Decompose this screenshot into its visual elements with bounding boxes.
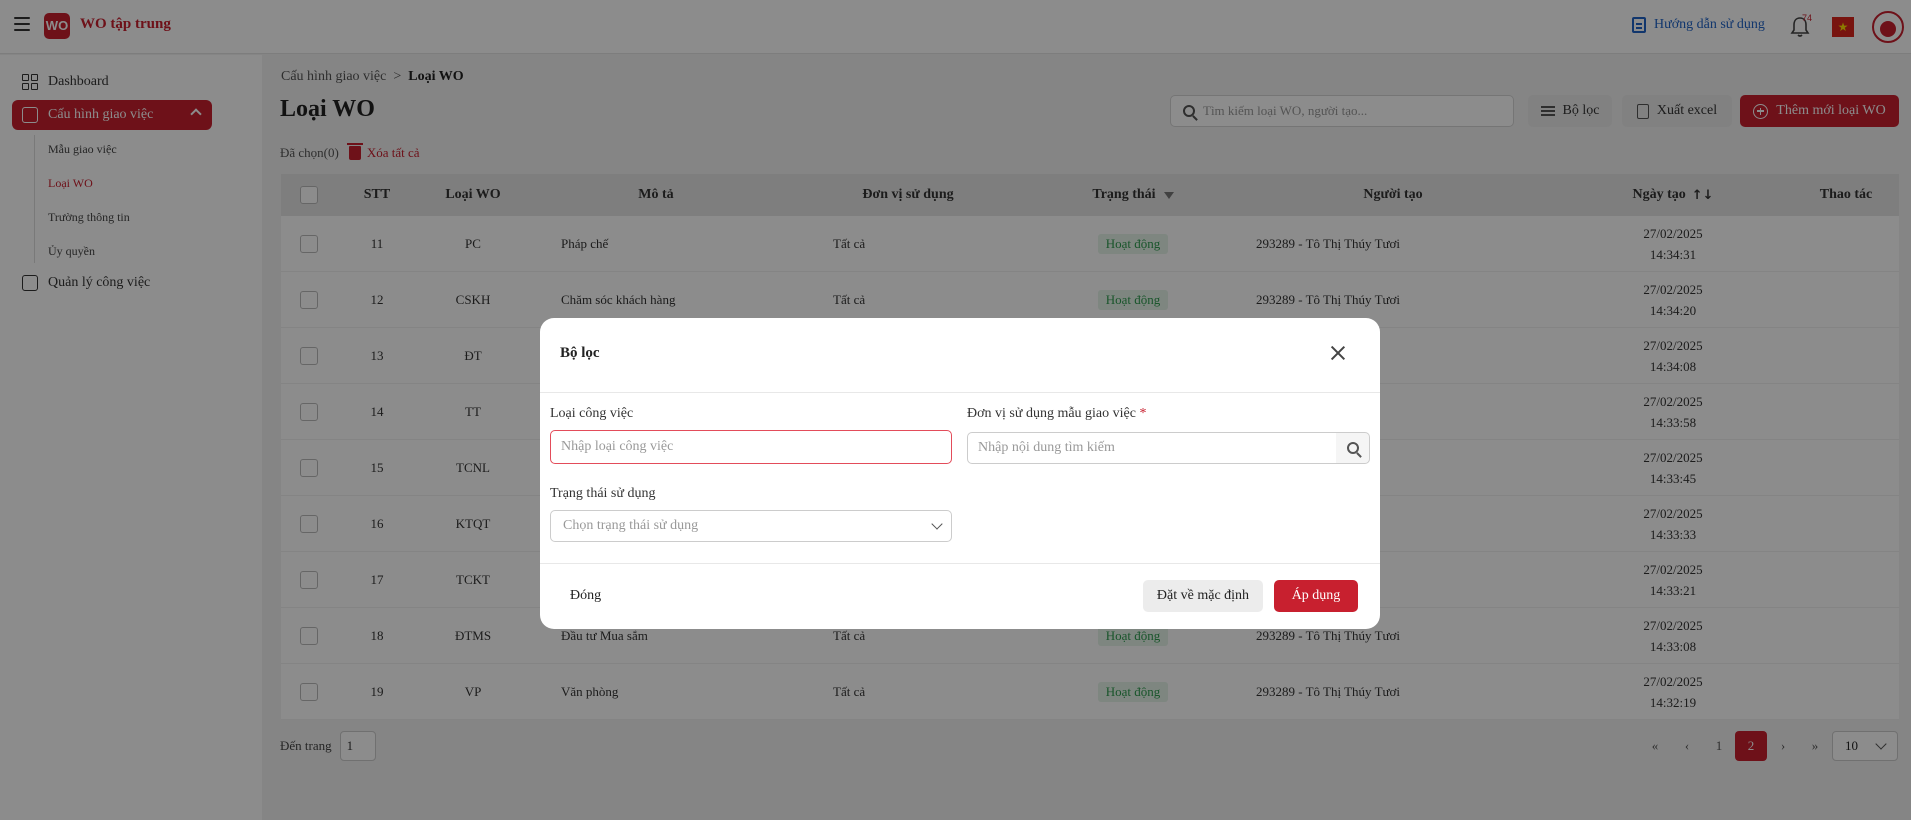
required-marker: * xyxy=(1139,406,1147,421)
unit-label: Đơn vị sử dụng mẫu giao việc * xyxy=(967,406,1146,422)
apply-button[interactable]: Áp dụng xyxy=(1274,580,1358,612)
modal-title: Bộ lọc xyxy=(560,345,600,361)
close-button[interactable]: Đóng xyxy=(570,588,601,604)
close-icon[interactable] xyxy=(1330,345,1346,361)
status-label: Trạng thái sử dụng xyxy=(550,486,656,501)
reset-default-button[interactable]: Đặt về mặc định xyxy=(1143,580,1263,612)
unit-label-text: Đơn vị sử dụng mẫu giao việc xyxy=(967,406,1136,421)
status-select[interactable]: Chọn trạng thái sử dụng xyxy=(550,510,952,542)
modal-divider xyxy=(540,392,1380,393)
work-type-input[interactable] xyxy=(550,430,952,464)
filter-modal: Bộ lọc Loại công việc Đơn vị sử dụng mẫu… xyxy=(540,318,1380,629)
modal-footer-divider xyxy=(540,563,1380,564)
work-type-label: Loại công việc xyxy=(550,406,634,421)
search-icon xyxy=(1346,442,1359,454)
unit-search-input[interactable] xyxy=(967,432,1337,464)
unit-search-button[interactable] xyxy=(1336,432,1370,464)
chevron-down-icon xyxy=(931,518,943,530)
status-select-placeholder: Chọn trạng thái sử dụng xyxy=(563,518,699,533)
